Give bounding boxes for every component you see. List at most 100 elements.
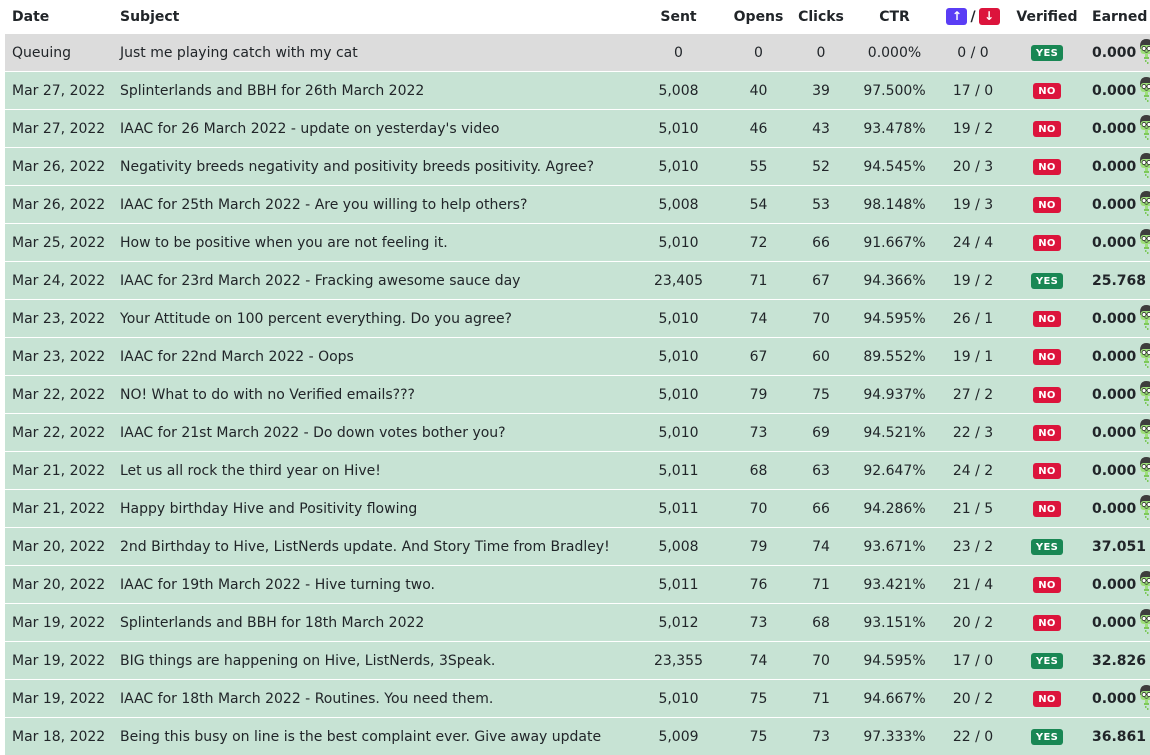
- table-row[interactable]: Mar 23, 2022 Your Attitude on 100 percen…: [5, 299, 1150, 338]
- row-date: Mar 19, 2022: [5, 603, 120, 642]
- row-clicks: 71: [791, 565, 851, 604]
- row-ctr: 94.595%: [851, 641, 938, 680]
- row-subject[interactable]: IAAC for 23rd March 2022 - Fracking awes…: [120, 261, 631, 300]
- nerd-mascot-icon: [1140, 684, 1150, 710]
- verified-badge: NO: [1033, 235, 1061, 251]
- row-date: Mar 23, 2022: [5, 299, 120, 338]
- row-earned: 0.000: [1086, 451, 1150, 490]
- table-row[interactable]: Mar 25, 2022 How to be positive when you…: [5, 223, 1150, 262]
- row-clicks: 70: [791, 641, 851, 680]
- row-subject[interactable]: IAAC for 25th March 2022 - Are you willi…: [120, 185, 631, 224]
- row-subject[interactable]: Splinterlands and BBH for 18th March 202…: [120, 603, 631, 642]
- table-row[interactable]: Mar 20, 2022 2nd Birthday to Hive, ListN…: [5, 527, 1150, 566]
- row-clicks: 73: [791, 717, 851, 755]
- table-row[interactable]: Mar 21, 2022 Let us all rock the third y…: [5, 451, 1150, 490]
- header-date[interactable]: Date: [5, 0, 120, 34]
- row-subject[interactable]: Your Attitude on 100 percent everything.…: [120, 299, 631, 338]
- row-date: Queuing: [5, 33, 120, 72]
- row-opens: 68: [726, 451, 791, 490]
- header-verified[interactable]: Verified: [1008, 0, 1086, 34]
- row-opens: 79: [726, 375, 791, 414]
- row-earned: 0.000: [1086, 413, 1150, 452]
- row-opens: 71: [726, 261, 791, 300]
- row-subject[interactable]: Splinterlands and BBH for 26th March 202…: [120, 71, 631, 110]
- row-subject[interactable]: Just me playing catch with my cat: [120, 33, 631, 72]
- table-row[interactable]: Mar 27, 2022 Splinterlands and BBH for 2…: [5, 71, 1150, 110]
- nerd-mascot-icon: [1140, 114, 1150, 140]
- row-sent: 23,355: [631, 641, 726, 680]
- row-subject[interactable]: Happy birthday Hive and Positivity flowi…: [120, 489, 631, 528]
- row-subject[interactable]: Negativity breeds negativity and positiv…: [120, 147, 631, 186]
- row-votes: 20 / 3: [938, 147, 1008, 186]
- row-subject[interactable]: IAAC for 26 March 2022 - update on yeste…: [120, 109, 631, 148]
- row-subject[interactable]: NO! What to do with no Verified emails??…: [120, 375, 631, 414]
- row-opens: 73: [726, 603, 791, 642]
- table-row[interactable]: Mar 22, 2022 IAAC for 21st March 2022 - …: [5, 413, 1150, 452]
- table-row[interactable]: Mar 27, 2022 IAAC for 26 March 2022 - up…: [5, 109, 1150, 148]
- header-earned[interactable]: Earned: [1086, 0, 1150, 34]
- row-opens: 0: [726, 33, 791, 72]
- verified-badge: YES: [1030, 539, 1064, 555]
- nerd-mascot-icon: [1140, 304, 1150, 330]
- row-date: Mar 22, 2022: [5, 375, 120, 414]
- row-opens: 46: [726, 109, 791, 148]
- table-row[interactable]: Mar 19, 2022 IAAC for 18th March 2022 - …: [5, 679, 1150, 718]
- earned-amount: 0.000: [1092, 120, 1137, 137]
- table-row[interactable]: Mar 21, 2022 Happy birthday Hive and Pos…: [5, 489, 1150, 528]
- header-votes[interactable]: ↑ / ↓: [938, 0, 1008, 34]
- verified-badge: NO: [1033, 577, 1061, 593]
- verified-badge: YES: [1030, 653, 1064, 669]
- table-row[interactable]: Mar 22, 2022 NO! What to do with no Veri…: [5, 375, 1150, 414]
- table-row[interactable]: Mar 19, 2022 BIG things are happening on…: [5, 641, 1150, 680]
- header-subject[interactable]: Subject: [120, 0, 631, 34]
- row-sent: 5,010: [631, 109, 726, 148]
- row-clicks: 68: [791, 603, 851, 642]
- row-earned: 0.000: [1086, 489, 1150, 528]
- row-ctr: 93.151%: [851, 603, 938, 642]
- row-earned: 0.000: [1086, 299, 1150, 338]
- row-votes: 20 / 2: [938, 679, 1008, 718]
- row-opens: 79: [726, 527, 791, 566]
- table-row[interactable]: Mar 20, 2022 IAAC for 19th March 2022 - …: [5, 565, 1150, 604]
- row-clicks: 39: [791, 71, 851, 110]
- row-opens: 73: [726, 413, 791, 452]
- table-row[interactable]: Queuing Just me playing catch with my ca…: [5, 33, 1150, 72]
- arrow-up-icon: ↑: [946, 8, 968, 25]
- row-ctr: 94.521%: [851, 413, 938, 452]
- row-verified: NO: [1008, 603, 1086, 642]
- row-subject[interactable]: IAAC for 19th March 2022 - Hive turning …: [120, 565, 631, 604]
- row-opens: 75: [726, 679, 791, 718]
- row-subject[interactable]: Being this busy on line is the best comp…: [120, 717, 631, 755]
- row-subject[interactable]: IAAC for 21st March 2022 - Do down votes…: [120, 413, 631, 452]
- table-row[interactable]: Mar 23, 2022 IAAC for 22nd March 2022 - …: [5, 337, 1150, 376]
- row-ctr: 94.937%: [851, 375, 938, 414]
- row-votes: 19 / 2: [938, 261, 1008, 300]
- table-row[interactable]: Mar 24, 2022 IAAC for 23rd March 2022 - …: [5, 261, 1150, 300]
- earned-amount: 0.000: [1092, 462, 1137, 479]
- earned-amount: 0.000: [1092, 234, 1137, 251]
- nerd-mascot-icon: [1140, 418, 1150, 444]
- table-row[interactable]: Mar 19, 2022 Splinterlands and BBH for 1…: [5, 603, 1150, 642]
- row-verified: NO: [1008, 337, 1086, 376]
- header-clicks[interactable]: Clicks: [791, 0, 851, 34]
- row-sent: 5,008: [631, 185, 726, 224]
- header-ctr[interactable]: CTR: [851, 0, 938, 34]
- row-subject[interactable]: 2nd Birthday to Hive, ListNerds update. …: [120, 527, 631, 566]
- row-subject[interactable]: Let us all rock the third year on Hive!: [120, 451, 631, 490]
- row-date: Mar 21, 2022: [5, 451, 120, 490]
- header-opens[interactable]: Opens: [726, 0, 791, 34]
- verified-badge: NO: [1033, 501, 1061, 517]
- header-sent[interactable]: Sent: [631, 0, 726, 34]
- table-row[interactable]: Mar 26, 2022 IAAC for 25th March 2022 - …: [5, 185, 1150, 224]
- table-row[interactable]: Mar 18, 2022 Being this busy on line is …: [5, 717, 1150, 755]
- row-subject[interactable]: IAAC for 22nd March 2022 - Oops: [120, 337, 631, 376]
- row-subject[interactable]: BIG things are happening on Hive, ListNe…: [120, 641, 631, 680]
- table-row[interactable]: Mar 26, 2022 Negativity breeds negativit…: [5, 147, 1150, 186]
- row-subject[interactable]: How to be positive when you are not feel…: [120, 223, 631, 262]
- row-verified: YES: [1008, 717, 1086, 755]
- earned-amount: 0.000: [1092, 500, 1137, 517]
- row-ctr: 98.148%: [851, 185, 938, 224]
- row-subject[interactable]: IAAC for 18th March 2022 - Routines. You…: [120, 679, 631, 718]
- row-opens: 75: [726, 717, 791, 755]
- row-date: Mar 27, 2022: [5, 71, 120, 110]
